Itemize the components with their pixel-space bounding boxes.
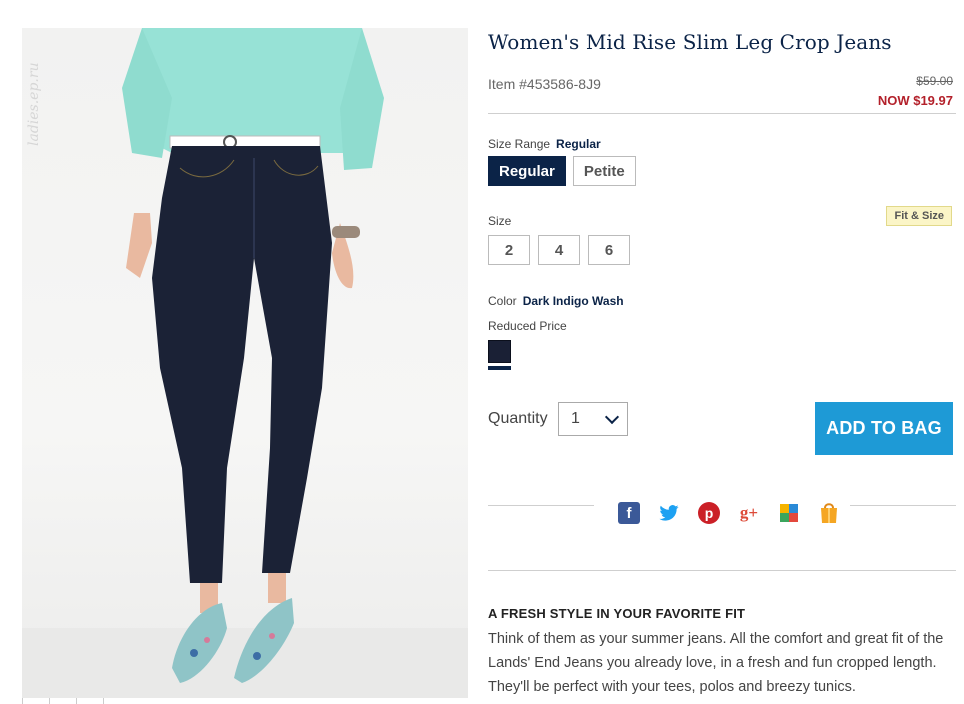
size-range-petite-button[interactable]: Petite bbox=[572, 156, 636, 186]
swatch-selected-indicator bbox=[488, 366, 511, 370]
size-range-label: Size Range bbox=[488, 137, 551, 151]
model-illustration bbox=[22, 28, 468, 698]
color-row: Color Dark Indigo Wash bbox=[488, 292, 624, 310]
color-swatch-dark-indigo[interactable] bbox=[488, 340, 511, 363]
size-range-regular-button[interactable]: Regular bbox=[488, 156, 566, 186]
size-range-value: Regular bbox=[556, 137, 601, 151]
twitter-icon[interactable] bbox=[658, 502, 680, 524]
chevron-down-icon bbox=[604, 409, 620, 424]
fit-and-size-link[interactable]: Fit & Size bbox=[886, 206, 952, 226]
color-label: Color bbox=[488, 294, 517, 308]
item-number: Item #453586-8J9 bbox=[488, 76, 601, 92]
size-label: Size bbox=[488, 214, 512, 228]
size-range-options: Regular Petite bbox=[488, 156, 636, 186]
product-title: Women's Mid Rise Slim Leg Crop Jeans bbox=[488, 30, 892, 54]
multi-square-icon[interactable] bbox=[778, 502, 800, 524]
add-to-bag-button[interactable]: ADD TO BAG bbox=[815, 402, 953, 455]
quantity-select[interactable]: 1 bbox=[558, 402, 628, 436]
watermark: ladies.ep.ru bbox=[26, 62, 42, 146]
thumbnail[interactable] bbox=[49, 698, 75, 704]
thumbnail[interactable] bbox=[76, 698, 102, 704]
thumbnail[interactable] bbox=[103, 698, 129, 704]
size-6-button[interactable]: 6 bbox=[588, 235, 630, 265]
description-heading: A FRESH STYLE IN YOUR FAVORITE FIT bbox=[488, 606, 746, 621]
size-4-button[interactable]: 4 bbox=[538, 235, 580, 265]
divider bbox=[488, 570, 956, 571]
divider bbox=[850, 505, 956, 506]
shopping-bag-icon[interactable] bbox=[818, 502, 840, 524]
color-value: Dark Indigo Wash bbox=[522, 294, 624, 308]
size-range-row: Size Range Regular bbox=[488, 135, 601, 153]
description-body: Think of them as your summer jeans. All … bbox=[488, 631, 944, 695]
size-2-button[interactable]: 2 bbox=[488, 235, 530, 265]
quantity-value: 1 bbox=[571, 410, 580, 427]
share-icons: f p g+ bbox=[618, 502, 840, 524]
divider bbox=[488, 505, 594, 506]
original-price: $59.00 bbox=[916, 74, 953, 88]
size-options: 2 4 6 bbox=[488, 235, 630, 265]
divider bbox=[488, 113, 956, 114]
sale-price: NOW $19.97 bbox=[877, 93, 953, 108]
quantity-label: Quantity bbox=[488, 410, 548, 427]
facebook-icon[interactable]: f bbox=[618, 502, 640, 524]
google-plus-icon[interactable]: g+ bbox=[738, 502, 760, 524]
thumbnail[interactable] bbox=[22, 698, 48, 704]
thumbnail-strip[interactable] bbox=[22, 698, 132, 704]
product-image[interactable]: ladies.ep.ru bbox=[22, 28, 468, 698]
pinterest-icon[interactable]: p bbox=[698, 502, 720, 524]
reduced-price-label: Reduced Price bbox=[488, 319, 567, 333]
